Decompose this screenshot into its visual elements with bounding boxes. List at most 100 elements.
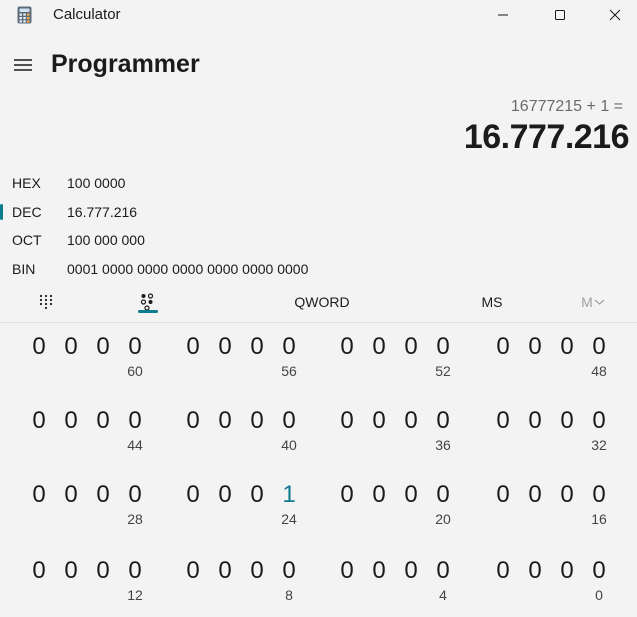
- bit-toggle[interactable]: 0: [183, 333, 203, 361]
- bit-toggle[interactable]: 0: [125, 557, 145, 585]
- bit-position-label: 4: [439, 587, 447, 603]
- maximize-icon: [555, 10, 565, 20]
- radix-row-hex[interactable]: HEX 100 0000: [0, 171, 637, 197]
- window-title: Calculator: [53, 6, 121, 23]
- bit-toggle[interactable]: 0: [557, 481, 577, 509]
- bit-position-label: 60: [127, 363, 143, 379]
- active-tab-indicator: [138, 310, 158, 313]
- bit-toggle[interactable]: 0: [279, 407, 299, 435]
- bit-toggle[interactable]: 0: [247, 333, 267, 361]
- bit-toggle[interactable]: 0: [557, 333, 577, 361]
- bit-toggle[interactable]: 0: [29, 407, 49, 435]
- bit-toggle[interactable]: 0: [183, 407, 203, 435]
- bit-position-label: 24: [281, 511, 297, 527]
- selected-indicator: [0, 204, 3, 220]
- bit-position-label: 48: [591, 363, 607, 379]
- bit-position-label: 16: [591, 511, 607, 527]
- bit-grid: 0 0 0 0 60 0 0 0 0 56 0 0 0 0 52 0 0 0 0…: [0, 323, 637, 617]
- bit-toggle[interactable]: 0: [29, 557, 49, 585]
- bit-toggle[interactable]: 0: [369, 333, 389, 361]
- radix-value: 100 0000: [67, 175, 126, 191]
- bit-toggle[interactable]: 0: [433, 557, 453, 585]
- memory-store-button[interactable]: MS: [470, 286, 514, 318]
- bit-toggle[interactable]: 0: [61, 407, 81, 435]
- bit-toggle[interactable]: 0: [401, 481, 421, 509]
- bit-toggle[interactable]: 0: [93, 407, 113, 435]
- bit-position-label: 8: [285, 587, 293, 603]
- bit-toggle[interactable]: 0: [369, 481, 389, 509]
- title-bar: Calculator: [0, 0, 637, 30]
- bit-toggle[interactable]: 0: [525, 557, 545, 585]
- memory-label: M: [581, 294, 593, 310]
- bit-toggle[interactable]: 0: [183, 557, 203, 585]
- bit-toggle[interactable]: 0: [125, 333, 145, 361]
- bit-toggle[interactable]: 0: [29, 333, 49, 361]
- bit-toggle[interactable]: 0: [557, 557, 577, 585]
- radix-row-dec[interactable]: DEC 16.777.216: [0, 200, 637, 226]
- bit-toggle[interactable]: 0: [589, 407, 609, 435]
- bit-toggle[interactable]: 0: [183, 481, 203, 509]
- bit-toggle[interactable]: 0: [215, 557, 235, 585]
- bit-toggle[interactable]: 0: [433, 407, 453, 435]
- bit-toggle[interactable]: 0: [337, 407, 357, 435]
- bit-toggling-keypad-button[interactable]: [131, 286, 163, 318]
- word-size-button[interactable]: QWORD: [282, 286, 362, 318]
- bit-toggle[interactable]: 0: [401, 407, 421, 435]
- maximize-button[interactable]: [537, 0, 583, 30]
- bit-toggle[interactable]: 0: [93, 333, 113, 361]
- bit-toggle[interactable]: 0: [215, 407, 235, 435]
- bit-toggle[interactable]: 0: [433, 333, 453, 361]
- bit-toggle[interactable]: 0: [525, 407, 545, 435]
- keypad-toolbar: QWORD MS M: [0, 286, 637, 322]
- bit-toggle[interactable]: 0: [247, 481, 267, 509]
- bit-toggle[interactable]: 0: [125, 481, 145, 509]
- bit-toggle[interactable]: 0: [589, 557, 609, 585]
- radix-value: 100 000 000: [67, 232, 145, 248]
- radix-row-oct[interactable]: OCT 100 000 000: [0, 228, 637, 254]
- radix-label: OCT: [12, 232, 42, 248]
- bit-toggle[interactable]: 0: [279, 333, 299, 361]
- bit-toggle[interactable]: 0: [247, 557, 267, 585]
- bit-toggle[interactable]: 0: [369, 557, 389, 585]
- bit-toggle[interactable]: 0: [525, 333, 545, 361]
- bit-position-label: 44: [127, 437, 143, 453]
- close-icon: [609, 9, 621, 21]
- bit-toggle[interactable]: 0: [93, 557, 113, 585]
- bit-toggle[interactable]: 0: [401, 557, 421, 585]
- bit-toggling-icon: [140, 293, 154, 311]
- bit-toggle[interactable]: 0: [433, 481, 453, 509]
- bit-toggle[interactable]: 0: [493, 481, 513, 509]
- bit-toggle[interactable]: 0: [589, 333, 609, 361]
- full-keypad-button[interactable]: [30, 286, 62, 318]
- bit-toggle[interactable]: 0: [337, 557, 357, 585]
- navigation-menu-button[interactable]: [9, 52, 37, 78]
- bit-toggle[interactable]: 0: [525, 481, 545, 509]
- minimize-button[interactable]: [480, 0, 526, 30]
- bit-toggle-set[interactable]: 1: [279, 481, 299, 509]
- bit-toggle[interactable]: 0: [369, 407, 389, 435]
- bit-toggle[interactable]: 0: [401, 333, 421, 361]
- bit-toggle[interactable]: 0: [337, 481, 357, 509]
- bit-toggle[interactable]: 0: [589, 481, 609, 509]
- bit-toggle[interactable]: 0: [215, 481, 235, 509]
- bit-toggle[interactable]: 0: [493, 557, 513, 585]
- bit-toggle[interactable]: 0: [493, 333, 513, 361]
- bit-position-label: 12: [127, 587, 143, 603]
- radix-row-bin[interactable]: BIN 0001 0000 0000 0000 0000 0000 0000: [0, 257, 637, 283]
- bit-toggle[interactable]: 0: [93, 481, 113, 509]
- bit-toggle[interactable]: 0: [337, 333, 357, 361]
- memory-dropdown-button[interactable]: M: [574, 286, 612, 318]
- close-button[interactable]: [592, 0, 637, 30]
- bit-toggle[interactable]: 0: [557, 407, 577, 435]
- bit-toggle[interactable]: 0: [279, 557, 299, 585]
- bit-toggle[interactable]: 0: [215, 333, 235, 361]
- bit-toggle[interactable]: 0: [61, 481, 81, 509]
- radix-value: 0001 0000 0000 0000 0000 0000 0000: [67, 261, 309, 277]
- bit-toggle[interactable]: 0: [125, 407, 145, 435]
- calculator-app-icon: [17, 6, 32, 24]
- bit-toggle[interactable]: 0: [493, 407, 513, 435]
- bit-toggle[interactable]: 0: [61, 333, 81, 361]
- bit-toggle[interactable]: 0: [61, 557, 81, 585]
- bit-toggle[interactable]: 0: [29, 481, 49, 509]
- bit-toggle[interactable]: 0: [247, 407, 267, 435]
